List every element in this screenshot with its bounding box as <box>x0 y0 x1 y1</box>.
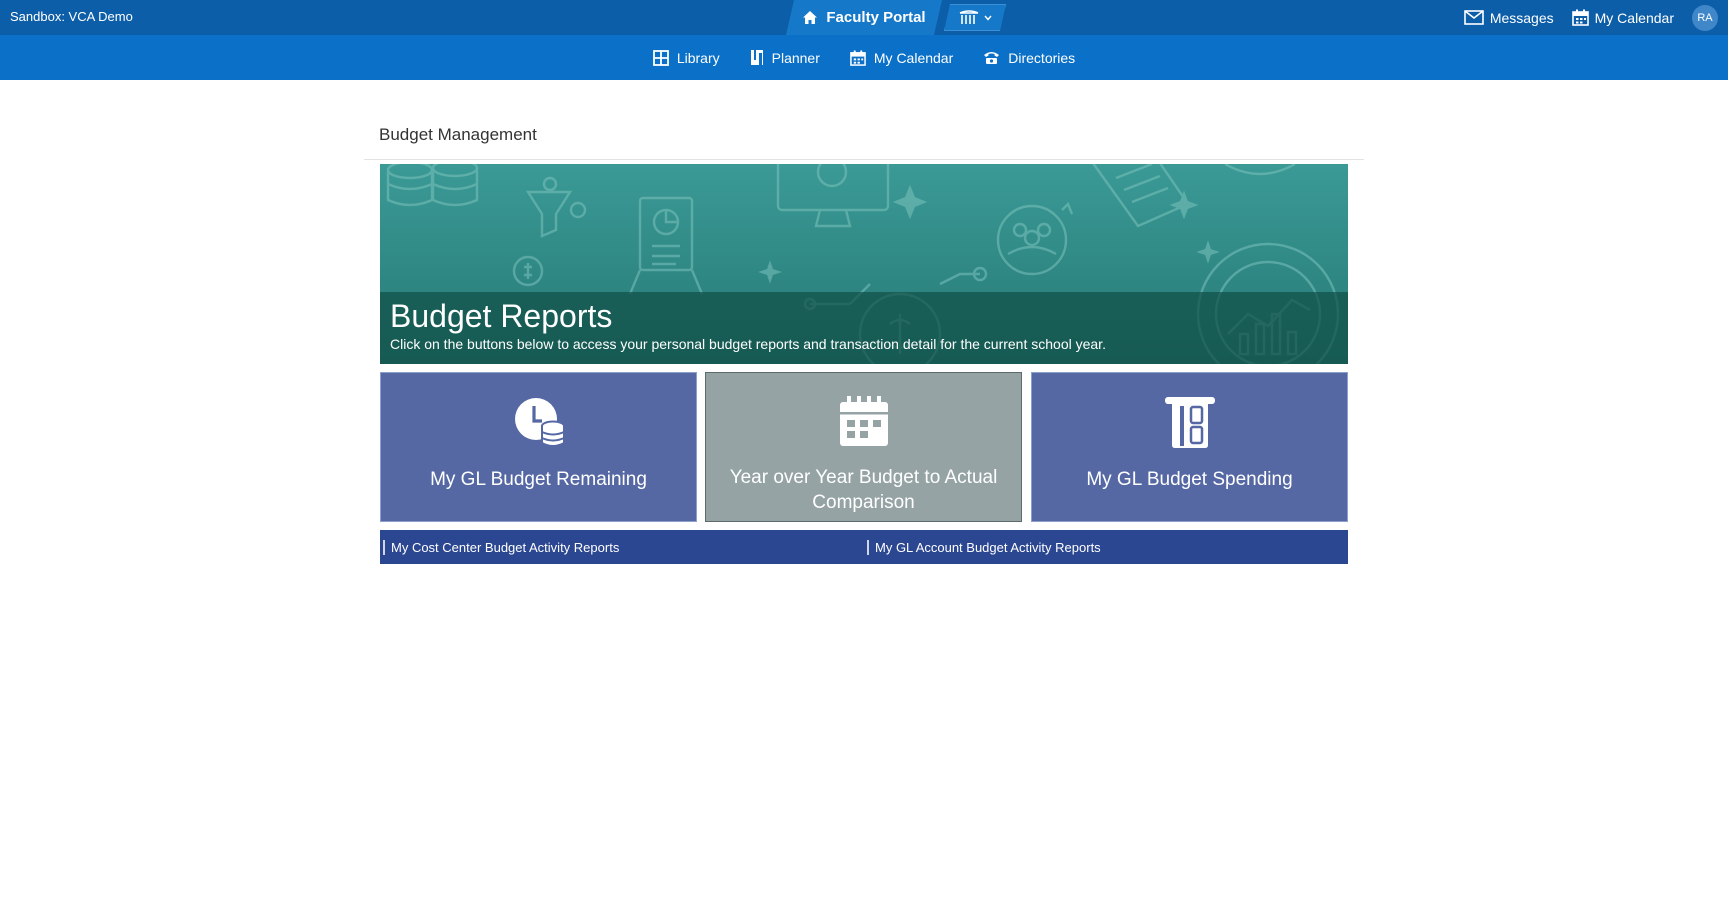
tile-year-over-year-comparison[interactable]: Year over Year Budget to Actual Comparis… <box>705 372 1022 522</box>
clock-coins-icon <box>514 398 565 447</box>
nav-item-planner[interactable]: Planner <box>750 49 820 66</box>
sandbox-label: Sandbox: VCA Demo <box>10 9 133 24</box>
calendar-label: My Calendar <box>1594 9 1674 26</box>
tile-label: My GL Budget Remaining <box>430 469 647 490</box>
nav-item-label: My Calendar <box>873 49 954 66</box>
grid-icon <box>652 49 669 66</box>
tile-my-gl-budget-remaining[interactable]: My GL Budget Remaining <box>380 372 697 522</box>
envelope-icon <box>1464 10 1484 25</box>
faculty-portal-tab[interactable]: Faculty Portal <box>786 0 942 35</box>
portal-switcher[interactable] <box>944 4 1006 31</box>
banner-title: Budget Reports <box>390 298 613 334</box>
phone-icon <box>984 52 1000 64</box>
tile-label: My GL Budget Spending <box>1086 469 1293 490</box>
link-gl-account-budget-activity[interactable]: My GL Account Budget Activity Reports <box>864 540 1348 555</box>
calendar-icon <box>839 396 888 446</box>
link-cost-center-budget-activity[interactable]: My Cost Center Budget Activity Reports <box>380 540 864 555</box>
nav-item-my-calendar[interactable]: My Calendar <box>850 50 953 66</box>
nav-item-label: Library <box>676 49 720 66</box>
home-icon <box>802 10 818 25</box>
nav-item-label: Planner <box>771 49 820 66</box>
my-calendar-link[interactable]: My Calendar <box>1571 9 1674 26</box>
nav-item-directories[interactable]: Directories <box>983 50 1075 66</box>
chevron-down-icon <box>984 15 992 21</box>
portal-label: Faculty Portal <box>826 9 926 26</box>
top-bar: Sandbox: VCA Demo Faculty Portal Message… <box>0 0 1728 35</box>
budget-reports-banner: Budget Reports Click on the buttons belo… <box>380 164 1348 364</box>
page-title: Budget Management <box>379 125 537 144</box>
planner-icon <box>750 50 763 65</box>
atm-card-icon <box>1164 397 1215 448</box>
calendar-icon <box>1571 9 1589 26</box>
report-links-bar: My Cost Center Budget Activity Reports M… <box>380 530 1348 564</box>
school-logo-icon <box>958 10 980 26</box>
tile-label: Year over Year Budget to Actual Comparis… <box>729 467 998 513</box>
main-nav: Library Planner My Calendar Directories <box>0 35 1728 80</box>
calendar-icon <box>850 49 866 66</box>
user-avatar[interactable]: RA <box>1692 4 1718 31</box>
tile-my-gl-budget-spending[interactable]: My GL Budget Spending <box>1031 372 1348 522</box>
messages-link[interactable]: Messages <box>1464 10 1554 26</box>
nav-item-library[interactable]: Library <box>652 49 720 66</box>
messages-label: Messages <box>1489 9 1554 26</box>
banner-subtitle: Click on the buttons below to access you… <box>390 336 1106 352</box>
nav-item-label: Directories <box>1008 49 1076 66</box>
title-divider <box>364 159 1364 160</box>
